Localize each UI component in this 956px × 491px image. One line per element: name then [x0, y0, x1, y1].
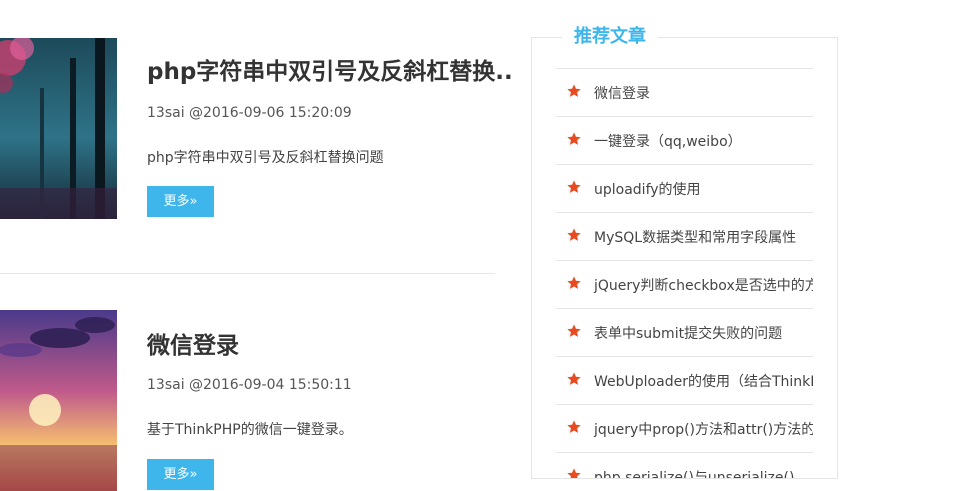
article-divider	[0, 273, 495, 274]
recommended-item[interactable]: jquery中prop()方法和attr()方法的区别	[556, 404, 813, 452]
star-icon	[566, 323, 582, 339]
star-icon	[566, 419, 582, 435]
star-icon	[566, 275, 582, 291]
recommended-articles-panel: 推荐文章 微信登录 一键登录（qq,weibo） uploadify的使用 My…	[531, 22, 838, 479]
article-thumbnail[interactable]	[0, 38, 117, 219]
article-card: 微信登录 13sai @2016-09-04 15:50:11 基于ThinkP…	[0, 310, 495, 491]
article-thumbnail[interactable]	[0, 310, 117, 491]
recommended-item-label: 表单中submit提交失败的问题	[594, 326, 783, 342]
recommended-item-label: php serialize()与unserialize()	[594, 470, 795, 478]
star-icon	[566, 131, 582, 147]
star-icon	[566, 179, 582, 195]
article-meta: 13sai @2016-09-04 15:50:11	[147, 377, 352, 393]
recommended-item[interactable]: WebUploader的使用（结合ThinkPHP）	[556, 356, 813, 404]
recommended-item[interactable]: 表单中submit提交失败的问题	[556, 308, 813, 356]
recommended-item[interactable]: 一键登录（qq,weibo）	[556, 116, 813, 164]
recommended-item[interactable]: uploadify的使用	[556, 164, 813, 212]
recommended-item-label: uploadify的使用	[594, 182, 701, 198]
more-button[interactable]: 更多»	[147, 186, 214, 217]
star-icon	[566, 83, 582, 99]
article-title[interactable]: php字符串中双引号及反斜杠替换..	[147, 52, 513, 86]
recommended-item[interactable]: MySQL数据类型和常用字段属性	[556, 212, 813, 260]
recommended-item[interactable]: 微信登录	[556, 68, 813, 116]
recommended-item-label: jQuery判断checkbox是否选中的方法	[594, 278, 813, 294]
star-icon	[566, 467, 582, 478]
article-title[interactable]: 微信登录	[147, 326, 239, 360]
recommended-item-label: 微信登录	[594, 86, 650, 102]
recommended-item-label: jquery中prop()方法和attr()方法的区别	[594, 422, 813, 438]
recommended-item-label: WebUploader的使用（结合ThinkPHP）	[594, 374, 813, 390]
panel-heading: 推荐文章	[562, 22, 658, 48]
recommended-item-label: MySQL数据类型和常用字段属性	[594, 230, 797, 246]
article-excerpt: 基于ThinkPHP的微信一键登录。	[147, 422, 353, 438]
recommended-item-label: 一键登录（qq,weibo）	[594, 134, 742, 150]
recommended-item[interactable]: php serialize()与unserialize()	[556, 452, 813, 478]
recommended-list: 微信登录 一键登录（qq,weibo） uploadify的使用 MySQL数据…	[556, 68, 813, 478]
article-excerpt: php字符串中双引号及反斜杠替换问题	[147, 150, 384, 166]
recommended-item[interactable]: jQuery判断checkbox是否选中的方法	[556, 260, 813, 308]
star-icon	[566, 371, 582, 387]
article-card: php字符串中双引号及反斜杠替换.. 13sai @2016-09-06 15:…	[0, 38, 513, 274]
more-button[interactable]: 更多»	[147, 459, 214, 490]
article-meta: 13sai @2016-09-06 15:20:09	[147, 105, 352, 121]
star-icon	[566, 227, 582, 243]
